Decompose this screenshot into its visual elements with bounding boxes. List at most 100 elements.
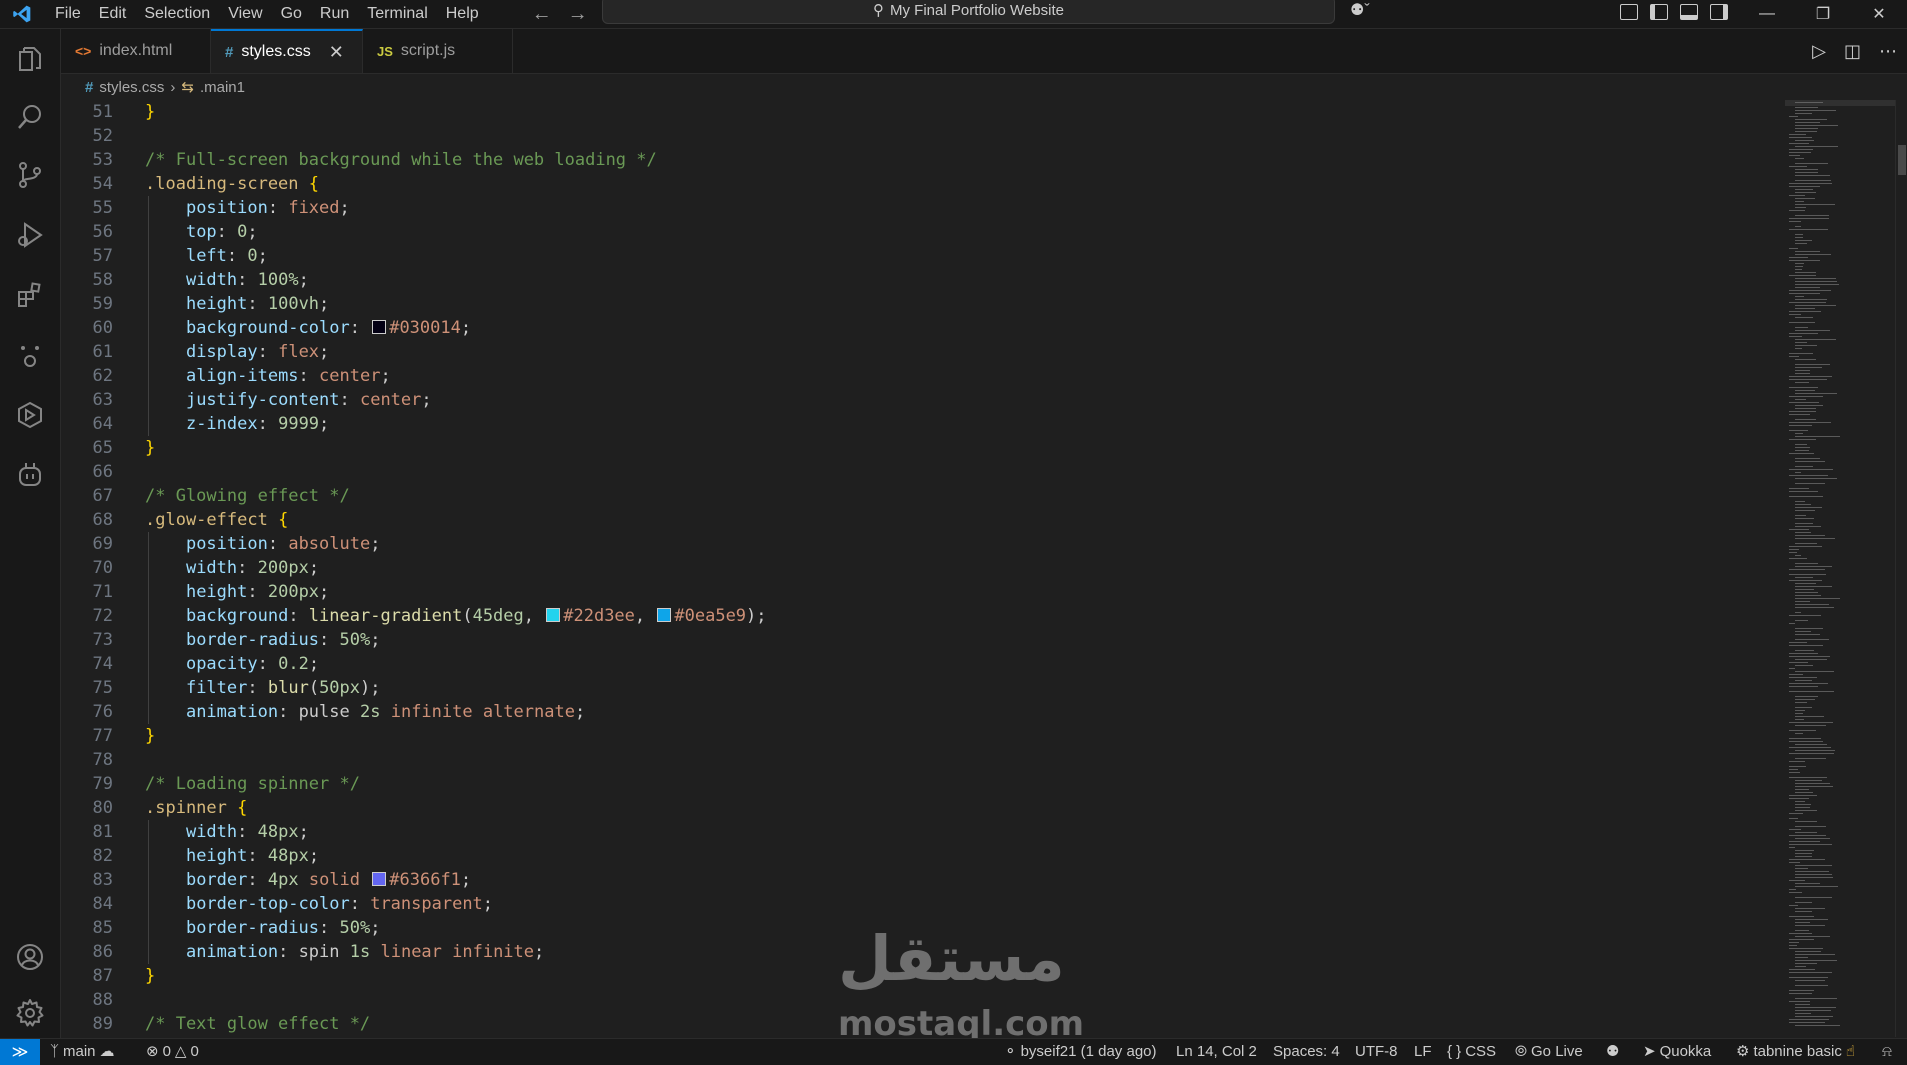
remote-indicator-icon[interactable]: ≫ xyxy=(0,1039,40,1065)
close-icon[interactable]: ✕ xyxy=(329,42,344,63)
settings-gear-icon[interactable] xyxy=(14,997,46,1029)
indentation[interactable]: Spaces: 4 xyxy=(1273,1039,1340,1065)
code-line[interactable]: 72 background: linear-gradient(45deg, #2… xyxy=(61,604,767,628)
code-line[interactable]: 58 width: 100%; xyxy=(61,268,309,292)
menu-item-terminal[interactable]: Terminal xyxy=(358,4,436,24)
code-line[interactable]: 74 opacity: 0.2; xyxy=(61,652,319,676)
code-line[interactable]: 87} xyxy=(61,964,156,988)
split-editor-icon[interactable]: ◫ xyxy=(1844,41,1861,62)
code-line[interactable]: 61 display: flex; xyxy=(61,340,329,364)
search-view-icon[interactable] xyxy=(14,101,46,133)
color-swatch[interactable] xyxy=(546,608,561,622)
account-icon[interactable] xyxy=(14,941,46,973)
code-line[interactable]: 69 position: absolute; xyxy=(61,532,380,556)
remote-explorer-icon[interactable] xyxy=(14,399,46,431)
code-line[interactable]: 62 align-items: center; xyxy=(61,364,391,388)
menu-item-file[interactable]: File xyxy=(46,4,90,24)
minimize-icon[interactable]: — xyxy=(1739,0,1795,28)
code-line[interactable]: 81 width: 48px; xyxy=(61,820,309,844)
breadcrumb-file[interactable]: styles.css xyxy=(99,79,164,96)
code-line[interactable]: 60 background-color: #030014; xyxy=(61,316,471,340)
command-center-search[interactable]: ⚲ My Final Portfolio Website xyxy=(602,0,1335,24)
menu-item-view[interactable]: View xyxy=(219,4,271,24)
tab-styles-css[interactable]: # styles.css ✕ xyxy=(211,29,363,73)
code-line[interactable]: 77} xyxy=(61,724,156,748)
code-line[interactable]: 84 border-top-color: transparent; xyxy=(61,892,493,916)
run-icon[interactable]: ▷ xyxy=(1812,41,1826,62)
problems-indicator[interactable]: ⊗ 0 △ 0 xyxy=(146,1039,199,1065)
branch-indicator[interactable]: ᛉ main ☁ xyxy=(50,1039,115,1065)
forward-arrow-icon[interactable]: → xyxy=(568,3,588,26)
tab-script-js[interactable]: JS script.js xyxy=(363,29,513,73)
tab-index-html[interactable]: <> index.html xyxy=(61,29,211,73)
quokka-status[interactable]: ➤ Quokka xyxy=(1643,1039,1711,1065)
color-swatch[interactable] xyxy=(372,320,387,334)
color-swatch[interactable] xyxy=(657,608,672,622)
code-line[interactable]: 67 /* Glowing effect */ xyxy=(61,484,350,508)
code-line[interactable]: 51} xyxy=(61,100,156,124)
code-line[interactable]: 85 border-radius: 50%; xyxy=(61,916,380,940)
restore-icon[interactable]: ❐ xyxy=(1795,0,1851,28)
code-line[interactable]: 65} xyxy=(61,436,156,460)
back-arrow-icon[interactable]: ← xyxy=(532,3,552,26)
code-editor[interactable]: 51} 52 53/* Full-screen background while t… xyxy=(61,100,1785,1037)
scrollbar-thumb[interactable] xyxy=(1898,145,1906,175)
code-line[interactable]: 76 animation: pulse 2s infinite alternat… xyxy=(61,700,585,724)
language-mode[interactable]: { } CSS xyxy=(1447,1039,1496,1065)
code-line[interactable]: 83 border: 4px solid #6366f1; xyxy=(61,868,471,892)
code-line[interactable]: 89 /* Text glow effect */ xyxy=(61,1012,371,1036)
toggle-panel-icon[interactable] xyxy=(1680,4,1698,20)
code-line[interactable]: 75 filter: blur(50px); xyxy=(61,676,381,700)
source-control-icon[interactable] xyxy=(14,159,46,191)
minimap[interactable] xyxy=(1785,100,1895,1037)
menu-item-run[interactable]: Run xyxy=(311,4,358,24)
code-line[interactable]: 57 left: 0; xyxy=(61,244,268,268)
code-line[interactable]: 68 .glow-effect { xyxy=(61,508,289,532)
code-line[interactable]: 71 height: 200px; xyxy=(61,580,329,604)
code-line[interactable]: 63 justify-content: center; xyxy=(61,388,432,412)
quokka-icon[interactable] xyxy=(14,339,46,371)
code-line[interactable]: 52 xyxy=(61,124,113,148)
run-debug-icon[interactable] xyxy=(14,219,46,251)
color-swatch[interactable] xyxy=(372,872,387,886)
menu-item-edit[interactable]: Edit xyxy=(90,4,136,24)
code-line[interactable]: 59 height: 100vh; xyxy=(61,292,329,316)
code-line[interactable]: 70 width: 200px; xyxy=(61,556,319,580)
cursor-position[interactable]: Ln 14, Col 2 xyxy=(1176,1039,1257,1065)
notifications-bell-icon[interactable]: ⍾ xyxy=(1882,1039,1892,1065)
vertical-scrollbar[interactable] xyxy=(1895,100,1907,1037)
explorer-icon[interactable] xyxy=(14,43,46,75)
menu-item-help[interactable]: Help xyxy=(437,4,488,24)
code-line[interactable]: 82 height: 48px; xyxy=(61,844,319,868)
code-line[interactable]: 64 z-index: 9999; xyxy=(61,412,329,436)
close-window-icon[interactable]: ✕ xyxy=(1851,0,1907,28)
code-line[interactable]: 53 /* Full-screen background while the we… xyxy=(61,148,657,172)
copilot-icon[interactable]: ⚉ˇ xyxy=(1350,0,1370,20)
code-line[interactable]: 86 animation: spin 1s linear infinite; xyxy=(61,940,544,964)
code-line[interactable]: 78 xyxy=(61,748,113,772)
menu-item-selection[interactable]: Selection xyxy=(135,4,219,24)
toggle-secondary-sidebar-icon[interactable] xyxy=(1710,4,1728,20)
breadcrumb-symbol[interactable]: .main1 xyxy=(200,79,245,96)
menu-item-go[interactable]: Go xyxy=(272,4,311,24)
vscode-logo-icon[interactable] xyxy=(12,4,32,24)
code-line[interactable]: 90.loading-text-container { xyxy=(61,1036,113,1037)
end-of-line[interactable]: LF xyxy=(1414,1039,1432,1065)
code-line[interactable]: 80 .spinner { xyxy=(61,796,248,820)
code-line[interactable]: 66 xyxy=(61,460,113,484)
code-line[interactable]: 88 xyxy=(61,988,113,1012)
code-line[interactable]: 55 position: fixed; xyxy=(61,196,350,220)
code-line[interactable]: 73 border-radius: 50%; xyxy=(61,628,380,652)
copilot-status-icon[interactable]: ⚉ xyxy=(1606,1039,1619,1065)
extensions-icon[interactable] xyxy=(14,279,46,311)
more-actions-icon[interactable]: ⋯ xyxy=(1879,41,1897,62)
copilot-chat-icon[interactable] xyxy=(14,459,46,491)
customize-layout-icon[interactable] xyxy=(1620,4,1638,20)
code-line[interactable]: 54 .loading-screen { xyxy=(61,172,320,196)
tabnine-status[interactable]: ⚙ tabnine basic ☝ xyxy=(1736,1039,1855,1065)
encoding[interactable]: UTF-8 xyxy=(1355,1039,1398,1065)
minimap-slider[interactable] xyxy=(1785,100,1895,106)
code-line[interactable]: 79 /* Loading spinner */ xyxy=(61,772,360,796)
toggle-primary-sidebar-icon[interactable] xyxy=(1650,4,1668,20)
go-live-button[interactable]: ⦾ Go Live xyxy=(1515,1039,1583,1065)
